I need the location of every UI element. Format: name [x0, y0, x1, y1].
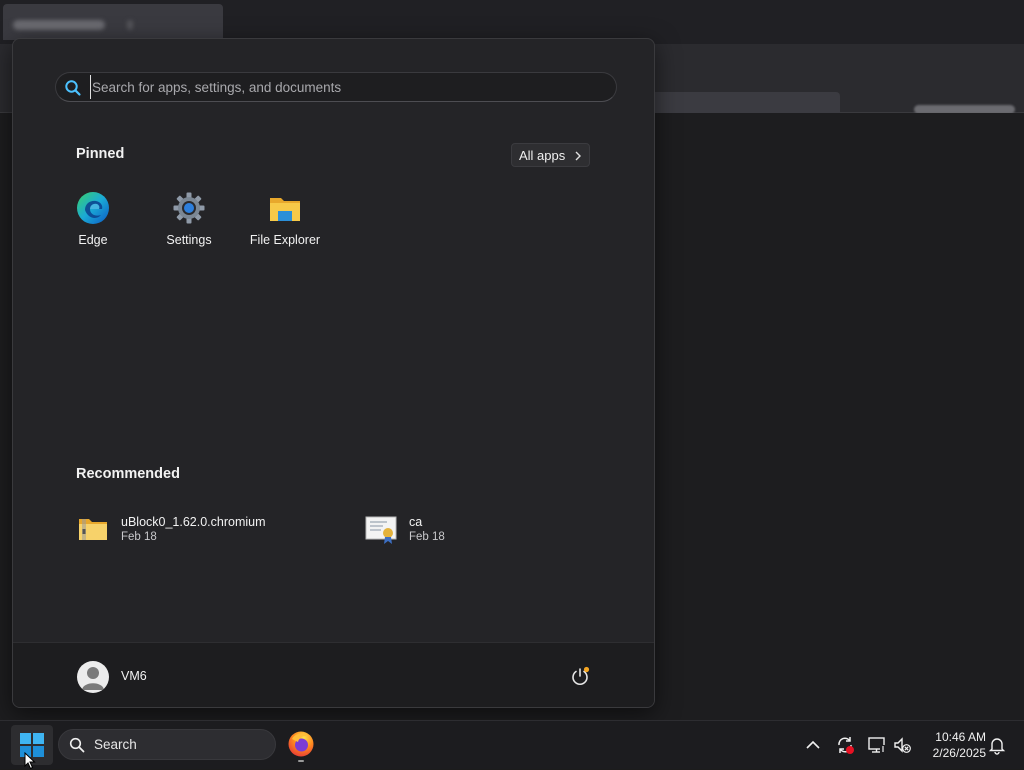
- recommended-item-name: uBlock0_1.62.0.chromium: [121, 515, 266, 529]
- pinned-section-title: Pinned: [76, 146, 125, 162]
- all-apps-button[interactable]: All apps: [511, 143, 590, 167]
- recommended-item[interactable]: ca Feb 18: [365, 513, 565, 553]
- user-silhouette-icon: [82, 667, 104, 690]
- search-icon: [65, 80, 81, 96]
- settings-gear-icon: [173, 192, 205, 224]
- pinned-app-label: Settings: [166, 233, 212, 247]
- clock-time: 10:46 AM: [935, 730, 986, 744]
- pinned-app-label: File Explorer: [249, 233, 321, 247]
- system-clock[interactable]: 10:46 AM 2/26/2025: [918, 729, 986, 761]
- pinned-app-label: Edge: [78, 233, 108, 247]
- recommended-item[interactable]: uBlock0_1.62.0.chromium Feb 18: [77, 513, 317, 553]
- file-explorer-icon: [270, 198, 300, 221]
- power-icon[interactable]: [569, 666, 591, 688]
- user-name[interactable]: VM6: [121, 669, 147, 683]
- zip-folder-icon: [79, 519, 107, 540]
- start-search-input[interactable]: [90, 75, 592, 99]
- chevron-up-icon[interactable]: [803, 735, 823, 755]
- sync-alert-icon[interactable]: [835, 735, 855, 755]
- speaker-muted-icon[interactable]: [892, 735, 912, 755]
- clock-date: 2/26/2025: [932, 746, 986, 760]
- edge-icon: [77, 192, 109, 224]
- start-search-box[interactable]: [55, 72, 617, 102]
- start-menu-footer: VM6: [13, 642, 654, 707]
- recommended-item-date: Feb 18: [409, 531, 445, 543]
- network-icon[interactable]: [867, 735, 887, 755]
- recommended-item-name: ca: [409, 515, 423, 529]
- search-icon: [69, 737, 85, 753]
- firefox-icon[interactable]: [287, 730, 315, 758]
- pinned-app-settings[interactable]: Settings: [141, 191, 237, 259]
- chevron-right-icon: [575, 151, 581, 161]
- certificate-icon: [365, 516, 397, 544]
- notification-bell-icon[interactable]: [987, 735, 1007, 755]
- background-browser-tab[interactable]: [3, 4, 223, 40]
- recommended-section-title: Recommended: [76, 466, 180, 482]
- recommended-item-date: Feb 18: [121, 531, 157, 543]
- taskbar-search-label: Search: [94, 737, 137, 752]
- running-app-indicator: [298, 760, 304, 762]
- pinned-app-edge[interactable]: Edge: [45, 191, 141, 259]
- mouse-cursor-icon: [24, 752, 36, 770]
- blurred-tab-title: [13, 20, 105, 30]
- all-apps-label: All apps: [519, 148, 566, 163]
- start-menu: Pinned All apps Edge: [12, 38, 655, 708]
- taskbar: Search 10:46 AM 2/26/2025: [0, 720, 1024, 769]
- blurred-tab-close: [127, 20, 133, 30]
- taskbar-search[interactable]: Search: [58, 729, 276, 760]
- user-avatar-icon[interactable]: [77, 661, 109, 693]
- pinned-app-file-explorer[interactable]: File Explorer: [237, 191, 333, 259]
